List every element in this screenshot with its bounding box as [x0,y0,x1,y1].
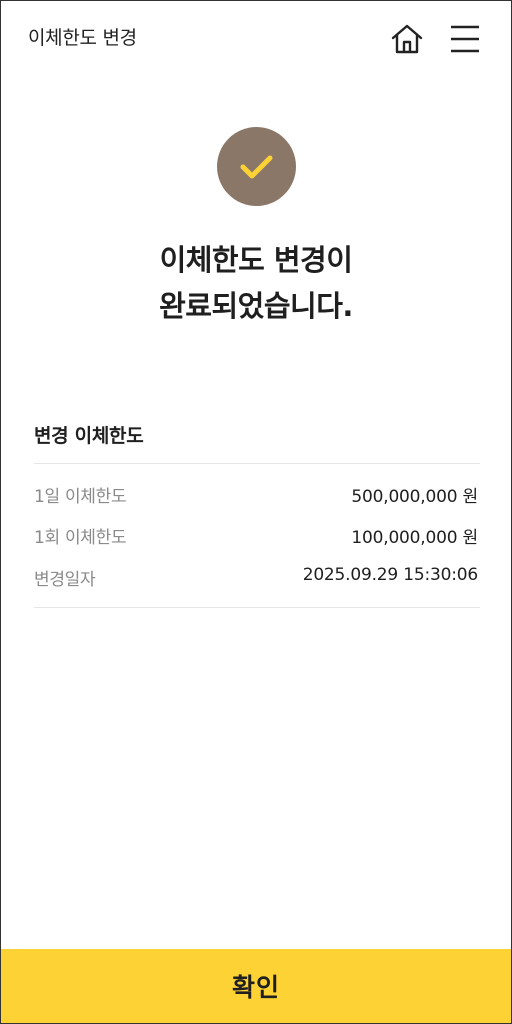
home-icon [391,24,423,54]
confirm-button[interactable]: 확인 [1,949,511,1023]
detail-value: 500,000,000 원 [351,487,478,507]
detail-row-per-transfer-limit: 1회 이체한도 100,000,000 원 [34,523,480,553]
success-badge [217,127,296,206]
check-icon [240,155,273,179]
detail-label: 1일 이체한도 [34,487,127,507]
screen: 이체한도 변경 이체한도 변경이 완료되었습니다. 변경 이체한도 1일 이체한… [0,0,512,1024]
details-top-divider [34,463,480,464]
menu-button[interactable] [447,21,483,57]
completion-message-line1: 이체한도 변경이 [159,243,353,277]
detail-label: 변경일자 [34,570,96,590]
confirm-button-label: 확인 [231,973,280,1002]
completion-message: 이체한도 변경이 완료되었습니다. [1,237,511,329]
app-header: 이체한도 변경 [1,1,511,77]
details-section-title: 변경 이체한도 [34,425,144,447]
detail-value: 100,000,000 원 [351,528,478,548]
page-title: 이체한도 변경 [28,27,137,49]
detail-value: 2025.09.29 15:30:06 [302,565,478,585]
details-bottom-divider [34,607,480,608]
detail-row-daily-limit: 1일 이체한도 500,000,000 원 [34,482,480,512]
detail-row-change-date: 변경일자 2025.09.29 15:30:06 [34,565,480,595]
hamburger-menu-icon [451,25,479,53]
home-button[interactable] [389,21,425,57]
completion-message-line2: 완료되었습니다. [159,289,353,323]
detail-label: 1회 이체한도 [34,528,127,548]
